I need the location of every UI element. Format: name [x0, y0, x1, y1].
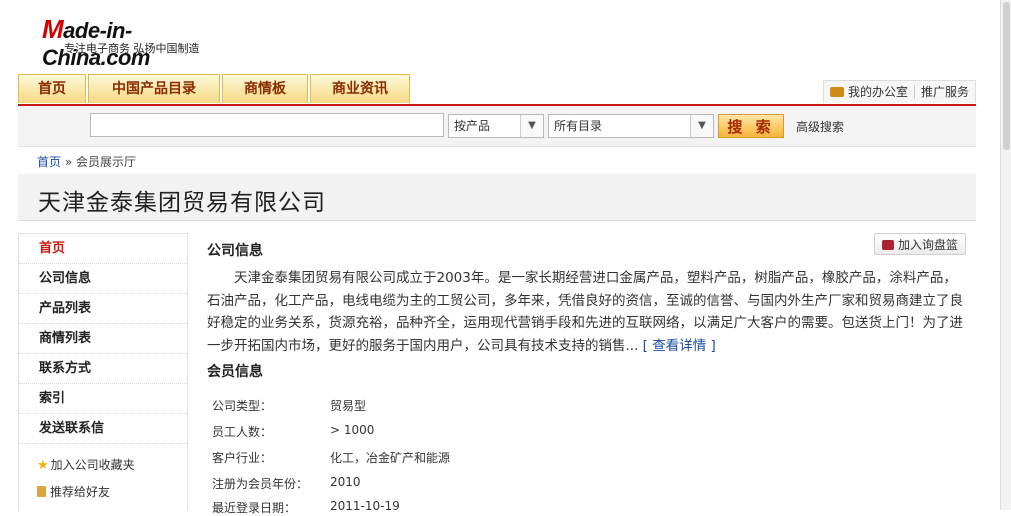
- company-description: 天津金泰集团贸易有限公司成立于2003年。是一家长期经营进口金属产品，塑料产品，…: [207, 267, 969, 357]
- search-type-value: 按产品: [454, 119, 491, 133]
- sidebar: 首页 公司信息 产品列表 商情列表 联系方式 索引 发送联系信 ★ 加入公司收藏夹…: [18, 233, 188, 511]
- view-details-link[interactable]: [ 查看详情 ]: [643, 338, 716, 354]
- company-header: 天津金泰集团贸易有限公司: [18, 174, 976, 221]
- recommend-friend-link[interactable]: 推荐给好友: [37, 483, 110, 500]
- share-icon: [37, 486, 46, 497]
- nav-tab-trade-board[interactable]: 商情板: [222, 74, 308, 103]
- category-select[interactable]: 所有目录 ▼: [548, 114, 714, 138]
- search-bar: 按产品 ▼ 所有目录 ▼ 搜 索 高级搜索: [18, 106, 976, 147]
- member-row-label: 最近登录日期：: [212, 501, 297, 515]
- sidebar-item-trade-list[interactable]: 商情列表: [19, 324, 187, 354]
- member-row-value: > 1000: [330, 423, 375, 437]
- member-info-title: 会员信息: [207, 364, 263, 380]
- breadcrumb-current: 会员展示厅: [76, 155, 137, 169]
- category-value: 所有目录: [554, 119, 603, 133]
- sidebar-item-index[interactable]: 索引: [19, 384, 187, 414]
- advanced-search-link[interactable]: 高级搜索: [796, 118, 844, 135]
- logo-slogan: 专注电子商务 弘扬中国制造: [64, 42, 200, 55]
- member-row-label: 员工人数：: [212, 425, 273, 439]
- company-info-title: 公司信息: [207, 243, 263, 259]
- nav-tab-product-directory[interactable]: 中国产品目录: [88, 74, 220, 103]
- vertical-scrollbar[interactable]: [1000, 0, 1011, 510]
- member-row-label: 注册为会员年份：: [212, 477, 309, 491]
- sidebar-item-send-message[interactable]: 发送联系信: [19, 414, 187, 444]
- breadcrumb-separator: »: [61, 155, 76, 169]
- sidebar-item-product-list[interactable]: 产品列表: [19, 294, 187, 324]
- sidebar-item-home[interactable]: 首页: [19, 234, 187, 264]
- basket-icon: [881, 240, 894, 250]
- site-logo[interactable]: Made-in-China.com 专注电子商务 弘扬中国制造: [28, 10, 228, 70]
- nav-right-links: 我的办公室 推广服务: [822, 80, 976, 103]
- search-button[interactable]: 搜 索: [718, 114, 784, 138]
- add-favorite-link[interactable]: ★ 加入公司收藏夹: [37, 456, 135, 473]
- breadcrumb-home[interactable]: 首页: [37, 155, 61, 169]
- sidebar-item-company-info[interactable]: 公司信息: [19, 264, 187, 294]
- main-nav: 首页 中国产品目录 商情板 商业资讯 我的办公室 推广服务: [18, 74, 976, 107]
- member-row-label: 公司类型：: [212, 399, 273, 413]
- member-row-value: 贸易型: [330, 399, 367, 413]
- breadcrumb: 首页 » 会员展示厅: [37, 153, 136, 170]
- briefcase-icon: [829, 87, 844, 97]
- member-row-value: 2011-10-19: [330, 499, 400, 513]
- my-office-link[interactable]: 我的办公室: [824, 85, 914, 99]
- star-icon: ★: [37, 458, 49, 473]
- sidebar-item-contact[interactable]: 联系方式: [19, 354, 187, 384]
- description-text: 天津金泰集团贸易有限公司成立于2003年。是一家长期经营进口金属产品，塑料产品，…: [207, 270, 963, 354]
- search-input[interactable]: [90, 113, 444, 137]
- promo-service-link[interactable]: 推广服务: [913, 85, 975, 99]
- member-row-value: 2010: [330, 475, 361, 489]
- search-type-select[interactable]: 按产品 ▼: [448, 114, 544, 138]
- member-row-value: 化工，冶金矿产和能源: [330, 451, 451, 465]
- chevron-down-icon: ▼: [520, 115, 543, 137]
- member-row-label: 客户行业：: [212, 451, 273, 465]
- scrollbar-thumb[interactable]: [1003, 2, 1010, 150]
- nav-tab-home[interactable]: 首页: [18, 74, 86, 103]
- company-title: 天津金泰集团贸易有限公司: [38, 190, 326, 216]
- nav-tab-business-news[interactable]: 商业资讯: [310, 74, 410, 103]
- add-to-inquiry-basket-button[interactable]: 加入询盘篮: [874, 233, 966, 255]
- chevron-down-icon: ▼: [690, 115, 713, 137]
